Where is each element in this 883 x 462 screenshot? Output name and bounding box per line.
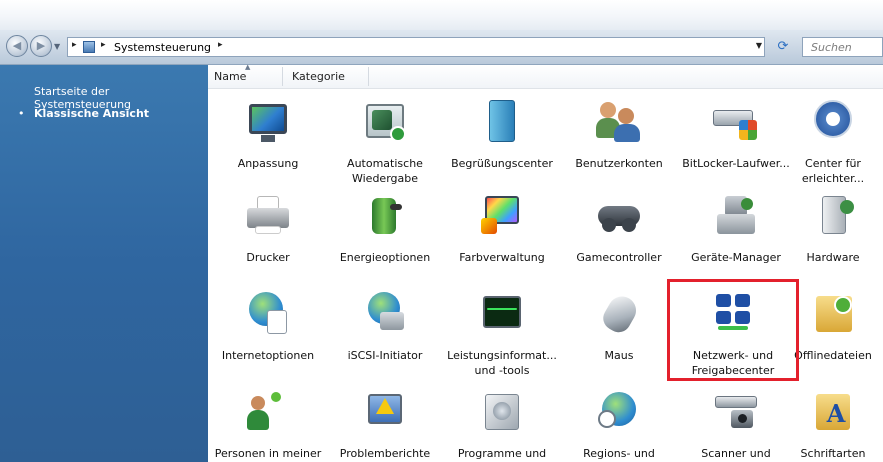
performance-icon: [477, 290, 527, 338]
address-separator[interactable]: ▸: [101, 40, 106, 50]
control-panel-icon: [83, 41, 95, 53]
column-divider[interactable]: [368, 67, 369, 86]
item-anpassung[interactable]: Anpassung: [209, 98, 327, 171]
item-farbverwaltung[interactable]: Farbverwaltung: [443, 192, 561, 265]
item-label: Automatische Wiedergabe: [347, 157, 423, 185]
item-gamecontroller[interactable]: Gamecontroller: [560, 192, 678, 265]
item-begruessungscenter[interactable]: Begrüßungscenter: [443, 98, 561, 171]
item-label: Personen in meiner: [214, 447, 322, 460]
item-iscsi-initiator[interactable]: iSCSI-Initiator: [326, 290, 444, 363]
forward-button[interactable]: ▶: [30, 35, 52, 57]
internet-options-icon: [243, 290, 293, 338]
column-headers: Name ▲ Kategorie: [208, 63, 883, 89]
refresh-icon[interactable]: ⟳: [772, 38, 794, 56]
programs-features-icon: [477, 388, 527, 436]
item-leistungsinformationen[interactable]: Leistungsinformat... und -tools: [443, 290, 561, 378]
item-internetoptionen[interactable]: Internetoptionen: [209, 290, 327, 363]
autoplay-icon: [360, 98, 410, 146]
breadcrumb-systemsteuerung[interactable]: Systemsteuerung: [114, 41, 211, 54]
address-bar[interactable]: ▸ ▸ Systemsteuerung ▸ ▼: [67, 37, 765, 57]
item-benutzerkonten[interactable]: Benutzerkonten: [560, 98, 678, 171]
people-near-me-icon: [243, 388, 293, 436]
item-programme-und-funktionen[interactable]: Programme und: [443, 388, 561, 461]
user-accounts-icon: [594, 98, 644, 146]
item-drucker[interactable]: Drucker: [209, 192, 327, 265]
item-maus[interactable]: Maus: [560, 290, 678, 363]
item-label: Programme und: [457, 447, 547, 460]
ease-of-access-icon: [808, 98, 858, 146]
item-label: Hardware: [806, 251, 860, 264]
search-box[interactable]: [802, 37, 883, 57]
item-center-fuer-erleichterte-bedienung[interactable]: Center für erleichter...: [774, 98, 883, 186]
item-label: Farbverwaltung: [459, 251, 545, 264]
item-label: Internetoptionen: [221, 349, 315, 362]
item-automatische-wiedergabe[interactable]: Automatische Wiedergabe: [326, 98, 444, 186]
address-separator: ▸: [72, 40, 77, 50]
offline-files-icon: [808, 290, 858, 338]
item-personen-in-meiner-umgebung[interactable]: Personen in meiner: [209, 388, 327, 461]
search-input[interactable]: [809, 40, 883, 55]
window-title-strip: [0, 0, 883, 30]
address-separator[interactable]: ▸: [218, 40, 223, 50]
column-header-kategorie[interactable]: Kategorie: [292, 70, 345, 83]
item-label: Regions- und: [583, 447, 655, 460]
game-controller-icon: [594, 192, 644, 240]
item-label: Maus: [604, 349, 634, 362]
item-label: Schriftarten: [800, 447, 866, 460]
item-label: Leistungsinformat... und -tools: [447, 349, 557, 377]
item-regions-und-sprachoptionen[interactable]: Regions- und: [560, 388, 678, 461]
address-dropdown-icon[interactable]: ▼: [756, 41, 762, 50]
hardware-icon: [808, 192, 858, 240]
column-header-name[interactable]: Name: [214, 70, 246, 83]
item-label: Center für erleichter...: [801, 157, 865, 185]
highlight-frame: [667, 279, 799, 381]
item-label: Begrüßungscenter: [451, 157, 553, 170]
device-manager-icon: [711, 192, 761, 240]
sidebar: Startseite der Systemsteuerung • Klassis…: [0, 65, 208, 462]
item-label: Anpassung: [237, 157, 299, 170]
item-label: Problemberichte: [339, 447, 431, 460]
recent-pages-dropdown-icon[interactable]: ▼: [54, 42, 62, 51]
sidebar-item-klassische-ansicht[interactable]: Klassische Ansicht: [34, 107, 149, 120]
column-divider[interactable]: [282, 67, 283, 86]
welcome-center-icon: [477, 98, 527, 146]
item-label: Energieoptionen: [339, 251, 431, 264]
item-hardware[interactable]: Hardware: [774, 192, 883, 265]
color-management-icon: [477, 192, 527, 240]
item-label: iSCSI-Initiator: [347, 349, 423, 362]
sidebar-bullet-icon: •: [18, 107, 25, 120]
item-energieoptionen[interactable]: Energieoptionen: [326, 192, 444, 265]
bitlocker-icon: [711, 98, 761, 146]
back-arrow-icon: ◀: [12, 39, 22, 52]
scanners-cameras-icon: [711, 388, 761, 436]
power-options-icon: [360, 192, 410, 240]
regional-options-icon: [594, 388, 644, 436]
navigation-bar: ◀ ▶ ▼ ▸ ▸ Systemsteuerung ▸ ▼ ⟳: [0, 30, 883, 65]
item-problemberichte[interactable]: Problemberichte: [326, 388, 444, 461]
back-button[interactable]: ◀: [6, 35, 28, 57]
item-label: Drucker: [246, 251, 290, 264]
item-label: Benutzerkonten: [575, 157, 663, 170]
item-label: Gamecontroller: [576, 251, 662, 264]
item-schriftarten[interactable]: A Schriftarten: [774, 388, 883, 461]
mouse-icon: [594, 290, 644, 338]
display-personalization-icon: [243, 98, 293, 146]
printer-icon: [243, 192, 293, 240]
iscsi-icon: [360, 290, 410, 338]
problem-reports-icon: [360, 388, 410, 436]
forward-arrow-icon: ▶: [36, 39, 46, 52]
fonts-icon: A: [808, 388, 858, 436]
sort-ascending-icon: ▲: [245, 63, 251, 71]
